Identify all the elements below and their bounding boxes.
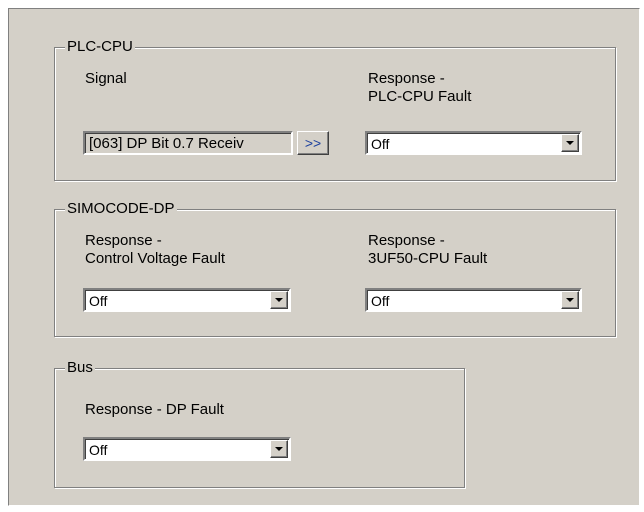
plc-cpu-fault-value: Off (371, 136, 390, 152)
signal-select-button[interactable]: >> (297, 131, 329, 155)
chevron-down-icon[interactable] (270, 291, 288, 309)
control-voltage-fault-value: Off (89, 293, 108, 309)
cpu-fault-response-label-line2: 3UF50-CPU Fault (368, 250, 488, 267)
bus-legend: Bus (65, 359, 95, 377)
control-voltage-fault-dropdown[interactable]: Off (83, 288, 291, 312)
simocode-dp-legend: SIMOCODE-DP (65, 200, 177, 218)
signal-field: [063] DP Bit 0.7 Receiv (83, 131, 293, 155)
control-voltage-response-label-line1: Response - (85, 232, 162, 249)
plc-cpu-fault-dropdown[interactable]: Off (365, 131, 582, 155)
dp-fault-dropdown[interactable]: Off (83, 437, 291, 461)
signal-value: [063] DP Bit 0.7 Receiv (89, 135, 244, 152)
3uf50-cpu-fault-dropdown[interactable]: Off (365, 288, 582, 312)
plc-cpu-response-label-line2: PLC-CPU Fault (368, 88, 472, 105)
3uf50-cpu-fault-value: Off (371, 293, 390, 309)
cpu-fault-response-label-line1: Response - (368, 232, 445, 249)
dp-fault-response-label: Response - DP Fault (85, 401, 224, 418)
chevron-down-icon[interactable] (270, 440, 288, 458)
bus-group: Bus Response - DP Fault Off (54, 359, 465, 488)
plc-cpu-group: PLC-CPU Signal [063] DP Bit 0.7 Receiv >… (54, 38, 616, 181)
simocode-dp-group: SIMOCODE-DP Response - Control Voltage F… (54, 200, 616, 337)
plc-cpu-legend: PLC-CPU (65, 38, 135, 56)
control-voltage-response-label-line2: Control Voltage Fault (85, 250, 226, 267)
fault-response-panel: PLC-CPU Signal [063] DP Bit 0.7 Receiv >… (8, 8, 640, 506)
chevron-down-icon[interactable] (561, 291, 579, 309)
plc-cpu-response-label-line1: Response - (368, 70, 445, 87)
chevron-down-icon[interactable] (561, 134, 579, 152)
dp-fault-value: Off (89, 442, 108, 458)
signal-label: Signal (85, 70, 127, 87)
